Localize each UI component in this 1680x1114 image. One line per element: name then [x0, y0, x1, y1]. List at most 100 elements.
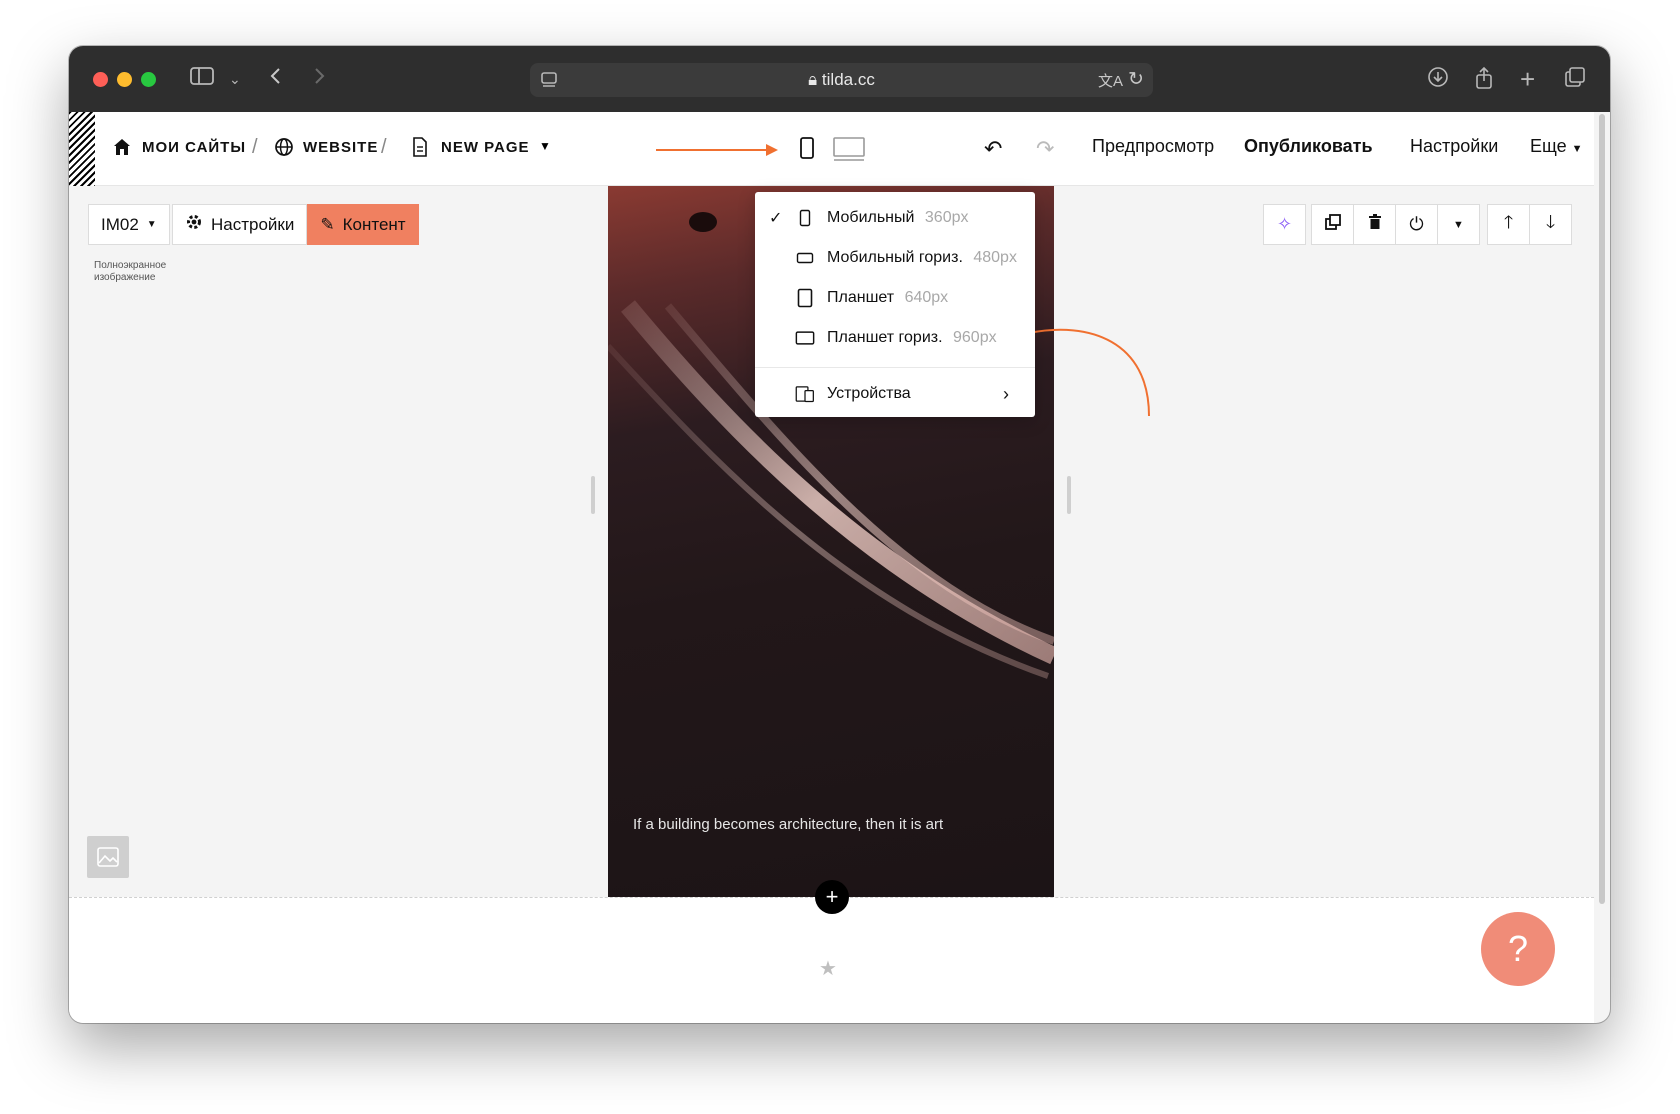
delete-block-button[interactable] [1353, 204, 1396, 245]
device-option-size: 960px [953, 329, 997, 346]
duplicate-block-button[interactable] [1311, 204, 1354, 245]
close-window-button[interactable] [93, 72, 108, 87]
share-icon[interactable] [1474, 66, 1494, 97]
page-scrollbar[interactable] [1599, 114, 1605, 904]
publish-button[interactable]: Опубликовать [1244, 136, 1373, 157]
caret-down-icon: ▼ [146, 219, 157, 230]
browser-window: ⌄ 🔒︎ tilda.cc 文A ↻ + МОИ САЙТЫ / WEBSITE… [69, 46, 1610, 1023]
block-actions-group: ⏻ ▼ [1311, 204, 1480, 245]
desktop-view-icon[interactable] [832, 136, 866, 167]
preview-link[interactable]: Предпросмотр [1092, 136, 1214, 157]
reload-icon[interactable]: ↻ [1128, 68, 1144, 91]
breadcrumb-new-page[interactable]: NEW PAGE [441, 139, 530, 156]
hero-caption: If a building becomes architecture, then… [633, 816, 944, 833]
move-up-button[interactable]: 🡑 [1487, 204, 1530, 245]
device-option-tablet-landscape[interactable]: Планшет гориз. 960px [755, 320, 1035, 356]
block-id-button[interactable]: IM02 ▼ [88, 204, 170, 245]
check-icon: ✓ [769, 210, 783, 227]
breadcrumb-separator: / [381, 136, 387, 158]
sparkle-icon: ✧ [1276, 214, 1293, 234]
more-actions-button[interactable]: ▼ [1437, 204, 1480, 245]
minimize-window-button[interactable] [117, 72, 132, 87]
tablet-landscape-icon [795, 330, 815, 346]
device-option-label: Планшет [827, 289, 895, 306]
help-button[interactable]: ? [1481, 912, 1555, 986]
new-tab-icon[interactable]: + [1520, 66, 1535, 92]
move-down-button[interactable]: 🡓 [1529, 204, 1572, 245]
globe-icon [274, 137, 294, 162]
breadcrumb-my-sites[interactable]: МОИ САЙТЫ [142, 139, 246, 156]
image-icon [97, 847, 119, 867]
home-icon [112, 137, 132, 162]
copy-icon [1324, 214, 1341, 235]
resize-handle-left[interactable] [591, 476, 595, 514]
sidebar-toggle-icon[interactable] [190, 66, 214, 93]
toggle-block-button[interactable]: ⏻ [1395, 204, 1438, 245]
settings-link[interactable]: Настройки [1410, 136, 1498, 157]
page-icon [412, 137, 428, 162]
device-option-devices[interactable]: Устройства › [755, 376, 1035, 412]
trash-icon [1368, 214, 1382, 235]
redo-icon[interactable]: ↷ [1036, 136, 1054, 162]
device-option-label: Мобильный гориз. [827, 249, 963, 266]
mobile-view-icon[interactable] [799, 136, 815, 165]
device-option-label: Мобильный [827, 209, 915, 226]
device-option-label: Планшет гориз. [827, 329, 943, 346]
download-icon[interactable] [1427, 66, 1449, 95]
devices-icon [795, 384, 815, 404]
pencil-icon: ✎ [320, 214, 335, 234]
power-icon: ⏻ [1409, 214, 1424, 234]
ai-tool-group: ✧ [1263, 204, 1306, 245]
ai-assistant-button[interactable]: ✧ [1263, 204, 1306, 245]
device-option-mobile[interactable]: ✓ Мобильный 360px [755, 200, 1035, 236]
breadcrumb-separator: / [252, 136, 258, 158]
block-settings-button[interactable]: Настройки [172, 204, 308, 245]
chevron-down-icon[interactable]: ⌄ [229, 66, 241, 92]
add-block-button[interactable]: + [815, 880, 849, 914]
caret-down-icon[interactable]: ▼ [539, 139, 551, 153]
star-icon: ★ [819, 958, 837, 980]
address-bar[interactable]: 🔒︎ tilda.cc 文A ↻ [530, 63, 1153, 97]
device-option-mobile-landscape[interactable]: Мобильный гориз. 480px [755, 240, 1035, 276]
tab-overview-icon[interactable] [1564, 66, 1586, 95]
phone-landscape-icon [795, 252, 815, 264]
tilda-logo-pattern [69, 112, 95, 186]
resize-handle-right[interactable] [1067, 476, 1071, 514]
breadcrumb-website[interactable]: WEBSITE [303, 139, 378, 156]
block-content-label: Контент [342, 214, 406, 234]
tablet-icon [795, 288, 815, 308]
device-option-tablet[interactable]: Планшет 640px [755, 280, 1035, 316]
menu-divider [755, 367, 1035, 368]
image-settings-button[interactable] [87, 836, 129, 878]
url-text: 🔒︎ tilda.cc [808, 70, 875, 89]
phone-icon [795, 209, 815, 227]
more-menu-label: Еще [1530, 136, 1567, 156]
block-id-selector: IM02 ▼ [88, 204, 170, 245]
browser-toolbar: ⌄ 🔒︎ tilda.cc 文A ↻ + [69, 46, 1610, 112]
caret-down-icon: ▼ [1571, 143, 1583, 155]
editor-header: МОИ САЙТЫ / WEBSITE / NEW PAGE ▼ ↶ ↷ Пре… [69, 112, 1594, 186]
back-icon[interactable] [269, 66, 283, 93]
gear-icon [185, 213, 203, 236]
arrow-down-icon: 🡓 [1545, 211, 1556, 232]
more-menu[interactable]: Еще ▼ [1530, 136, 1583, 157]
lock-icon: 🔒︎ [808, 70, 818, 89]
zoom-window-button[interactable] [141, 72, 156, 87]
annotation-arrow [656, 144, 778, 156]
devices-label: Устройства [827, 385, 911, 402]
arrow-up-icon: 🡑 [1503, 211, 1514, 232]
forward-icon[interactable] [312, 66, 326, 93]
chevron-right-icon: › [1003, 383, 1009, 404]
block-edit-group: Настройки ✎ Контент [172, 204, 419, 245]
block-content-button[interactable]: ✎ Контент [307, 204, 419, 245]
undo-icon[interactable]: ↶ [984, 136, 1002, 162]
caret-down-icon: ▼ [1453, 218, 1464, 231]
device-dropdown: ✓ Мобильный 360px Мобильный гориз. 480px [755, 192, 1035, 417]
block-settings-label: Настройки [211, 214, 295, 234]
device-option-size: 360px [924, 209, 969, 226]
translate-icon[interactable]: 文A [1098, 70, 1123, 91]
block-id-label: IM02 [101, 214, 139, 234]
block-type-label: Полноэкранное изображение [94, 260, 167, 283]
device-option-size: 640px [904, 289, 949, 306]
device-option-size: 480px [973, 249, 1017, 266]
